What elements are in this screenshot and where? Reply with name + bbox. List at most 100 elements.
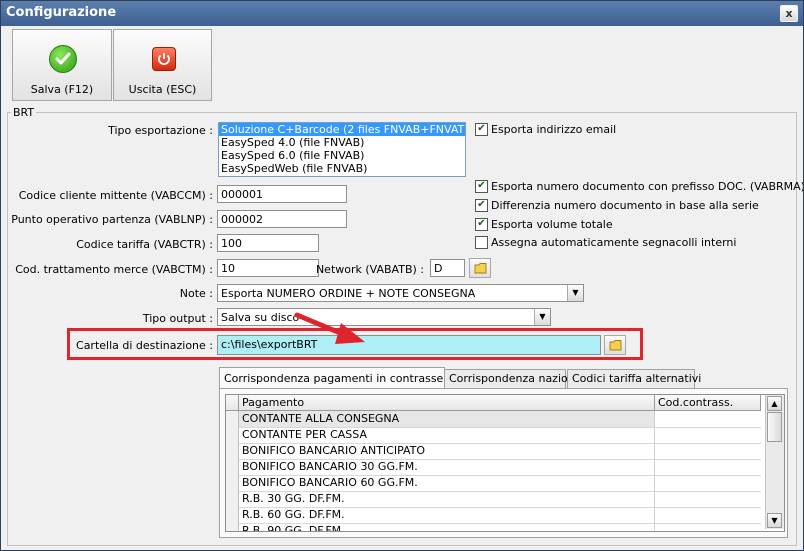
scroll-up-icon[interactable]: ▲ (767, 396, 782, 411)
network-input[interactable]: D (430, 259, 465, 277)
punto-operativo-label: Punto operativo partenza (VABLNP) : (11, 213, 213, 226)
codice-cliente-input[interactable]: 000001 (217, 185, 347, 203)
header-indicator (226, 395, 239, 410)
cell-cod-contrass[interactable] (655, 475, 761, 491)
tipo-esportazione-label: Tipo esportazione : (108, 124, 213, 137)
exit-button[interactable]: Uscita (ESC) (113, 29, 212, 101)
checkbox-label: Esporta numero documento con prefisso DO… (491, 180, 804, 193)
tipo-output-select[interactable]: Salva su disco ▼ (217, 308, 551, 326)
chevron-down-icon[interactable]: ▼ (567, 285, 583, 301)
close-button[interactable]: x (780, 5, 798, 22)
row-indicator (226, 427, 239, 443)
checkbox-label: Esporta indirizzo email (491, 123, 617, 136)
list-item[interactable]: EasySpedWeb (file FNVAB) (219, 162, 465, 175)
checkbox-differenzia-numero[interactable]: ✔ Differenzia numero documento in base al… (475, 198, 759, 213)
table-row[interactable]: R.B. 60 GG. DF.FM. (226, 507, 761, 524)
title-bar: Configurazione x (1, 1, 803, 26)
checkbox-box[interactable] (475, 235, 488, 249)
header-pagamento[interactable]: Pagamento (239, 395, 655, 410)
row-indicator (226, 491, 239, 507)
list-item[interactable]: EasySped 4.0 (file FNVAB) (219, 136, 465, 149)
checkbox-esporta-numero-doc[interactable]: ✔ Esporta numero documento con prefisso D… (475, 179, 804, 194)
cartella-input[interactable]: c:\files\exportBRT (217, 335, 601, 355)
tab-panel: Pagamento Cod.contrass. CONTANTE ALLA CO… (219, 388, 788, 538)
tipo-output-select-value: Salva su disco (221, 311, 300, 324)
cartella-label: Cartella di destinazione : (76, 339, 213, 352)
cell-pagamento[interactable]: R.B. 60 GG. DF.FM. (239, 507, 655, 523)
pagamenti-grid[interactable]: Pagamento Cod.contrass. CONTANTE ALLA CO… (225, 394, 785, 532)
cell-cod-contrass[interactable] (655, 427, 761, 443)
chevron-down-icon[interactable]: ▼ (534, 309, 550, 325)
checkbox-assegna-segnacolli[interactable]: Assegna automaticamente segnacolli inter… (475, 235, 737, 250)
cell-pagamento[interactable]: CONTANTE ALLA CONSEGNA (239, 411, 655, 427)
table-row[interactable]: R.B. 30 GG. DF.FM. (226, 491, 761, 508)
scroll-thumb[interactable] (767, 412, 782, 442)
table-row[interactable]: CONTANTE PER CASSA (226, 427, 761, 444)
note-select[interactable]: Esporta NUMERO ORDINE + NOTE CONSEGNA ▼ (217, 284, 584, 302)
checkbox-box[interactable]: ✔ (475, 217, 488, 231)
cell-pagamento[interactable]: BONIFICO BANCARIO 60 GG.FM. (239, 475, 655, 491)
cell-cod-contrass[interactable] (655, 491, 761, 507)
table-row[interactable]: CONTANTE ALLA CONSEGNA (226, 411, 761, 428)
tab-pagamenti[interactable]: Corrispondenza pagamenti in contrassegno (219, 367, 464, 388)
list-item[interactable]: Soluzione C+Barcode (2 files FNVAB+FNVAT… (219, 123, 465, 136)
cell-pagamento[interactable]: BONIFICO BANCARIO ANTICIPATO (239, 443, 655, 459)
grid-scrollbar[interactable]: ▲ ▼ (765, 395, 784, 529)
tab-nazioni[interactable]: Corrispondenza nazioni (444, 369, 578, 388)
checkbox-esporta-email[interactable]: ✔ Esporta indirizzo email (475, 122, 617, 137)
save-button[interactable]: Salva (F12) (12, 29, 112, 101)
note-label: Note : (179, 287, 213, 300)
row-indicator (226, 459, 239, 475)
grid-header: Pagamento Cod.contrass. (226, 395, 761, 411)
row-indicator (226, 443, 239, 459)
tipo-output-label: Tipo output : (142, 312, 213, 325)
row-indicator (226, 523, 239, 531)
header-cod-contrass[interactable]: Cod.contrass. (655, 395, 761, 410)
tipo-esportazione-list[interactable]: Soluzione C+Barcode (2 files FNVAB+FNVAT… (218, 122, 466, 177)
scroll-down-icon[interactable]: ▼ (767, 513, 782, 528)
row-indicator (226, 475, 239, 491)
note-select-value: Esporta NUMERO ORDINE + NOTE CONSEGNA (221, 287, 476, 300)
checkbox-label: Assegna automaticamente segnacolli inter… (491, 236, 737, 249)
network-label: Network (VABATB) : (315, 263, 424, 276)
tab-codici-tariffa[interactable]: Codici tariffa alternativi (567, 369, 701, 388)
cell-cod-contrass[interactable] (655, 411, 761, 427)
checkbox-box[interactable]: ✔ (475, 179, 488, 193)
cell-cod-contrass[interactable] (655, 523, 761, 531)
window-title: Configurazione (6, 5, 117, 20)
folder-icon (474, 263, 487, 274)
checkbox-esporta-volume[interactable]: ✔ Esporta volume totale (475, 217, 613, 232)
network-browse-button[interactable] (469, 258, 491, 278)
cartella-browse-button[interactable] (604, 335, 626, 355)
cell-pagamento[interactable]: BONIFICO BANCARIO 30 GG.FM. (239, 459, 655, 475)
checkbox-box[interactable]: ✔ (475, 122, 488, 136)
annotation-arrow-icon (294, 312, 365, 344)
codice-cliente-label: Codice cliente mittente (VABCCM) : (18, 189, 213, 202)
table-row[interactable]: BONIFICO BANCARIO 60 GG.FM. (226, 475, 761, 492)
cell-cod-contrass[interactable] (655, 459, 761, 475)
table-row[interactable]: R.B. 90 GG. DF.FM. (226, 523, 761, 531)
row-indicator (226, 411, 239, 427)
checkbox-box[interactable]: ✔ (475, 198, 488, 212)
cell-pagamento[interactable]: R.B. 90 GG. DF.FM. (239, 523, 655, 531)
codice-tariffa-input[interactable]: 100 (217, 234, 319, 252)
save-button-label: Salva (F12) (30, 83, 94, 96)
table-row[interactable]: BONIFICO BANCARIO ANTICIPATO (226, 443, 761, 460)
cod-trattamento-label: Cod. trattamento merce (VABCTM) : (15, 263, 213, 276)
list-item[interactable]: EasySped 6.0 (file FNVAB) (219, 149, 465, 162)
cell-cod-contrass[interactable] (655, 507, 761, 523)
table-row[interactable]: BONIFICO BANCARIO 30 GG.FM. (226, 459, 761, 476)
cell-cod-contrass[interactable] (655, 443, 761, 459)
config-window: Configurazione x Salva (F12) Uscita (ESC… (0, 0, 804, 551)
folder-icon (609, 340, 622, 351)
codice-tariffa-label: Codice tariffa (VABCTR) : (76, 238, 213, 251)
exit-button-label: Uscita (ESC) (128, 83, 197, 96)
group-title: BRT (11, 106, 37, 119)
row-indicator (226, 507, 239, 523)
checkbox-label: Differenzia numero documento in base all… (491, 199, 759, 212)
punto-operativo-input[interactable]: 000002 (217, 210, 347, 228)
cell-pagamento[interactable]: CONTANTE PER CASSA (239, 427, 655, 443)
cod-trattamento-input[interactable]: 10 (217, 259, 319, 277)
cell-pagamento[interactable]: R.B. 30 GG. DF.FM. (239, 491, 655, 507)
client-area: Salva (F12) Uscita (ESC) BRT Tipo esport… (1, 26, 803, 550)
